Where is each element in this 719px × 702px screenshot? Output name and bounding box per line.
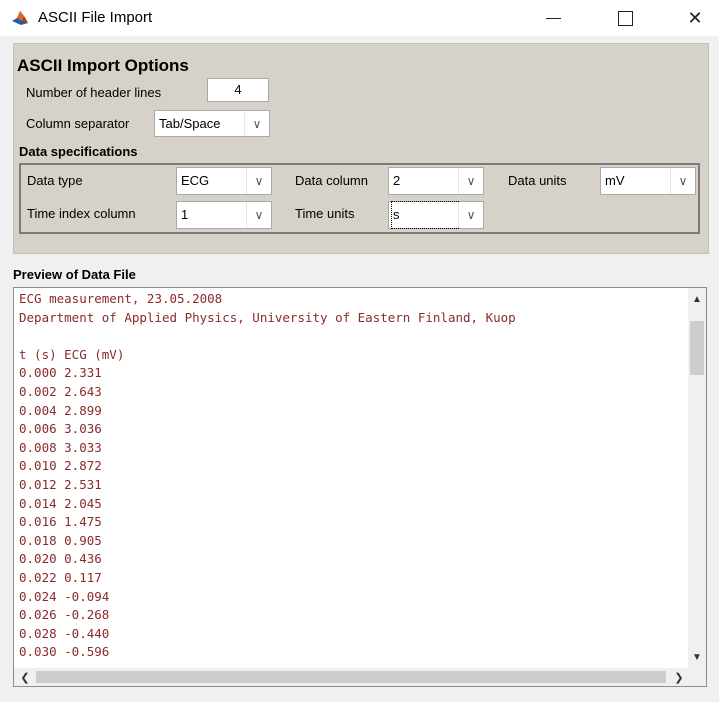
data-units-select[interactable]: mV ∨ — [600, 167, 696, 195]
data-type-select[interactable]: ECG ∨ — [176, 167, 272, 195]
preview-line — [19, 327, 687, 346]
preview-line: 0.018 0.905 — [19, 532, 102, 548]
scroll-down-icon[interactable]: ▼ — [688, 648, 706, 666]
preview-line: 0.000 2.331 — [19, 365, 102, 381]
preview-line: 0.006 3.036 — [19, 421, 102, 437]
preview-line: 0.026 -0.268 — [19, 607, 110, 623]
header-lines-label: Number of header lines — [26, 85, 162, 100]
data-column-select[interactable]: 2 ∨ — [388, 167, 484, 195]
close-button[interactable]: ✕ — [672, 0, 718, 36]
preview-line: 0.004 2.899 — [19, 402, 102, 418]
preview-line: 0.022 0.117 — [19, 569, 102, 585]
data-specifications-group: Data type ECG ∨ Data column 2 ∨ Data uni… — [19, 163, 700, 234]
data-preview-box[interactable]: ECG measurement, 23.05.2008 Department of… — [13, 287, 707, 687]
separator-select[interactable]: Tab/Space ∨ — [154, 110, 270, 137]
chevron-down-icon: ∨ — [670, 168, 695, 194]
vertical-scrollbar[interactable]: ▲ ▼ — [688, 288, 706, 668]
chevron-down-icon: ∨ — [246, 168, 271, 194]
data-type-label: Data type — [27, 173, 83, 188]
chevron-down-icon: ∨ — [458, 168, 483, 194]
preview-line: 0.012 2.531 — [19, 476, 102, 492]
preview-line: 0.010 2.872 — [19, 458, 102, 474]
preview-line: 0.014 2.045 — [19, 495, 102, 511]
time-units-value: s — [391, 201, 459, 229]
preview-line: 0.002 2.643 — [19, 383, 102, 399]
chevron-down-icon: ∨ — [246, 202, 271, 228]
data-units-value: mV — [605, 173, 625, 188]
separator-value: Tab/Space — [159, 116, 221, 131]
chevron-down-icon: ∨ — [244, 111, 269, 136]
time-index-select[interactable]: 1 ∨ — [176, 201, 272, 229]
preview-line: 0.028 -0.440 — [19, 625, 110, 641]
preview-text: ECG measurement, 23.05.2008 Department of… — [19, 290, 687, 662]
preview-line: 0.024 -0.094 — [19, 588, 110, 604]
time-index-value: 1 — [181, 207, 189, 222]
chevron-down-icon: ∨ — [458, 202, 483, 228]
horizontal-scroll-thumb[interactable] — [36, 671, 666, 683]
title-bar: ASCII File Import ✕ — [0, 0, 719, 36]
matlab-icon — [11, 9, 29, 27]
minimize-button[interactable] — [530, 0, 576, 36]
import-options-panel: ASCII Import Options Number of header li… — [13, 43, 709, 254]
header-lines-input[interactable]: 4 — [207, 78, 269, 102]
data-column-value: 2 — [393, 173, 401, 188]
window-title: ASCII File Import — [38, 9, 153, 26]
maximize-button[interactable] — [602, 0, 648, 36]
maximize-icon — [617, 10, 633, 26]
data-type-value: ECG — [181, 173, 210, 188]
separator-label: Column separator — [26, 116, 130, 131]
time-units-select[interactable]: s ∨ — [388, 201, 484, 229]
preview-line: 0.030 -0.596 — [19, 644, 110, 660]
scroll-up-icon[interactable]: ▲ — [688, 290, 706, 308]
time-index-label: Time index column — [27, 206, 136, 221]
options-title: ASCII Import Options — [17, 56, 189, 75]
minimize-icon — [545, 17, 561, 19]
data-units-label: Data units — [508, 173, 567, 188]
preview-line: 0.020 0.436 — [19, 551, 102, 567]
data-spec-title: Data specifications — [19, 144, 138, 159]
time-units-label: Time units — [295, 206, 355, 221]
preview-title: Preview of Data File — [13, 267, 136, 282]
preview-line: Department of Applied Physics, Universit… — [19, 309, 516, 325]
data-column-label: Data column — [295, 173, 368, 188]
scroll-left-icon[interactable]: ❮ — [16, 668, 34, 686]
horizontal-scrollbar[interactable]: ❮ ❯ — [14, 668, 706, 686]
scroll-right-icon[interactable]: ❯ — [670, 668, 688, 686]
preview-line: ECG measurement, 23.05.2008 — [19, 291, 223, 306]
preview-line: 0.016 1.475 — [19, 514, 102, 530]
vertical-scroll-thumb[interactable] — [690, 321, 704, 375]
preview-line: 0.008 3.033 — [19, 439, 102, 455]
close-icon: ✕ — [687, 7, 703, 28]
preview-line: t (s) ECG (mV) — [19, 346, 125, 362]
